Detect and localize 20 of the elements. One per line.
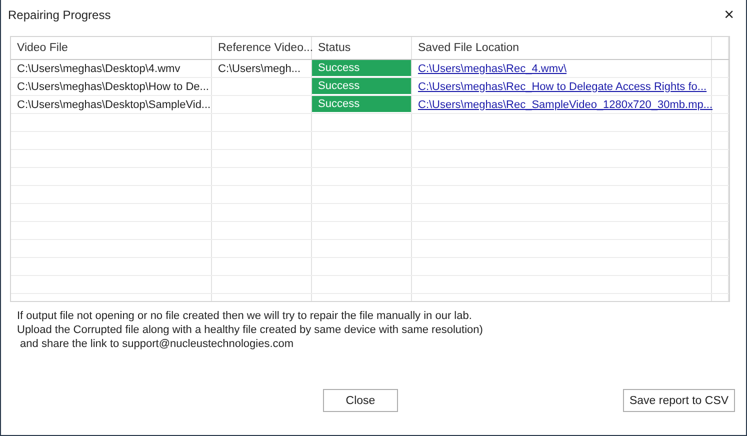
table-cell: C:\Users\meghas\Desktop\How to De...	[11, 78, 212, 95]
file-link[interactable]: C:\Users\meghas\Rec_SampleVideo_1280x720_30mb.mp...	[412, 96, 712, 113]
close-button[interactable]: Close	[323, 389, 398, 412]
info-text: Upload the Corrupted file along with a healthy file created by same device with same resolution)	[17, 323, 484, 337]
save-csv-button[interactable]: Save report to CSV	[623, 389, 735, 412]
status-cell: Success	[312, 96, 412, 113]
close-button[interactable]: ×	[720, 5, 738, 25]
file-link[interactable]: C:\Users\meghas\Rec_4.wmv\	[412, 60, 712, 77]
file-link[interactable]: C:\Users\meghas\Rec_How to Delegate Access Rights fo...	[412, 78, 712, 95]
status-cell: Success	[312, 60, 412, 77]
table-cell: C:\Users\meghas\Desktop\4.wmv	[11, 60, 212, 77]
column-header[interactable]: Status	[312, 37, 412, 59]
info-text: and share the link to support@nucleustechnologies.com	[19, 337, 295, 351]
status-cell: Success	[312, 78, 412, 95]
column-header[interactable]: Reference Video...	[212, 37, 312, 59]
info-text: If output file not opening or no file created then we will try to repair the file manually in our lab.	[17, 309, 473, 323]
window-title: Repairing Progress	[8, 8, 111, 22]
column-header[interactable]: Saved File Location	[412, 37, 712, 59]
column-header[interactable]: Video File	[11, 37, 212, 59]
table-cell: C:\Users\meghas\Desktop\SampleVid...	[11, 96, 212, 113]
